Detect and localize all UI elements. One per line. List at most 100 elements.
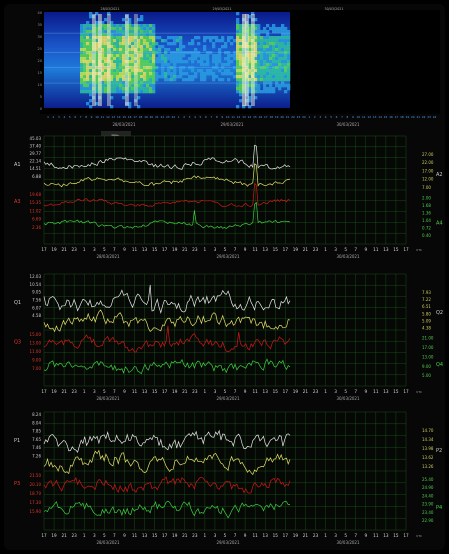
spectrogram-cell [119,24,123,28]
spectrogram-cell [260,69,264,73]
spectrogram-cell [86,24,90,28]
spectrogram-cell [194,36,198,40]
spectrogram-cell [215,63,219,67]
series-label-left: A1 [14,162,21,168]
spectrogram-cell [269,84,273,88]
spectrogram-cell [257,87,261,91]
spectrogram-cell [287,57,291,61]
hour-tick: 17 [283,389,289,394]
spectrogram-cell [275,42,279,46]
spectrogram-cell [143,63,147,67]
right-tick-green: 0.72 [422,226,431,231]
spectrogram-cell [176,60,180,64]
spectrogram-y-tick: 15 [38,71,42,75]
hour-tick: 23 [313,389,319,394]
spectrogram-cell [215,39,219,43]
hour-tick: 19 [51,389,57,394]
spectrogram-hour-tick: 20 [280,115,284,119]
series-label-right-secondary: P4 [436,505,442,511]
spectrogram-cell [131,84,135,88]
spectrogram-cell [287,69,291,73]
spectrogram-cell [206,54,210,58]
spectrogram-cell [266,72,270,76]
spectrogram-cell [161,60,165,64]
hour-tick: 7 [354,247,357,252]
spectrogram-cell [116,60,120,64]
spectrogram-cell [239,72,243,76]
spectrogram-hour-tick: 24 [302,115,306,119]
spectrogram-cell [233,39,237,43]
spectrogram-cell [140,15,144,19]
spectrogram-cell [119,60,123,64]
spectrogram-cell [284,63,288,67]
spectrogram-cell [266,69,270,73]
spectrogram-cell [266,42,270,46]
spectrogram-cell [194,75,198,79]
spectrogram-cell [119,72,123,76]
spectrogram-cell [131,24,135,28]
spectrogram-cell [143,57,147,61]
spectrogram-cell [236,27,240,31]
spectrogram-cell [260,54,264,58]
spectrogram-cell [83,72,87,76]
spectrogram-cell [104,75,108,79]
spectrogram-cell [116,30,120,34]
spectrogram-cell [146,69,150,73]
left-tick: 7.56 [32,298,41,303]
spectrogram-cell [260,90,264,94]
spectrogram-cell [131,81,135,85]
spectrogram-cell [83,69,87,73]
spectrogram-cell [122,33,126,37]
spectrogram-cell [179,57,183,61]
spectrogram-cell [113,42,117,46]
spectrogram-cell [122,45,126,49]
hour-tick: 21 [303,533,309,538]
spectrogram-hour-tick: 10 [357,115,361,119]
spectrogram-cell [263,45,267,49]
hour-tick: 5 [344,389,347,394]
spectrogram-cell [83,39,87,43]
spectrogram-cell [278,63,282,67]
spectrogram-cell [164,72,168,76]
spectrogram-cell [281,81,285,85]
spectrogram-hour-tick: 2 [314,115,316,119]
spectrogram-cell [179,51,183,55]
spectrogram-cell [155,48,159,52]
hour-tick: 19 [172,533,178,538]
spectrogram-cell [284,75,288,79]
spectrogram-cell [140,36,144,40]
spectrogram-cell [131,27,135,31]
spectrogram-cell [167,57,171,61]
spectrogram-cell [263,75,267,79]
right-tick-green: 2.00 [422,195,431,200]
spectrogram-cell [143,54,147,58]
spectrogram-cell [278,45,282,49]
spectrogram-cell [191,75,195,79]
spectrogram-cell [260,42,264,46]
spectrogram-cell [239,90,243,94]
spectrogram-hour-tick: 16 [389,115,393,119]
right-tick: 7.22 [422,297,431,302]
spectrogram-cell [287,39,291,43]
spectrogram-cell [263,51,267,55]
spectrogram-cell [182,54,186,58]
spectrogram-cell [140,90,144,94]
spectrogram-hour-tick: 22 [161,115,165,119]
spectrogram-cell [179,45,183,49]
left-tick: 10.54 [30,282,42,287]
spectrogram-cell [83,84,87,88]
spectrogram-cell [272,87,276,91]
spectrogram-hour-tick: 14 [248,115,252,119]
hour-tick: 19 [172,247,178,252]
spectrogram-hour-tick: 19 [275,115,279,119]
hour-tick: 23 [71,533,77,538]
spectrogram-cell [149,27,153,31]
spectrogram-cell [191,39,195,43]
spectrogram-cell [143,87,147,91]
spectrogram-cell [227,51,231,55]
spectrogram-cell [83,87,87,91]
spectrogram-cell [284,90,288,94]
spectrogram-cell [104,24,108,28]
spectrogram-hour-tick: 12 [237,115,241,119]
right-tick: 13.62 [422,455,434,460]
